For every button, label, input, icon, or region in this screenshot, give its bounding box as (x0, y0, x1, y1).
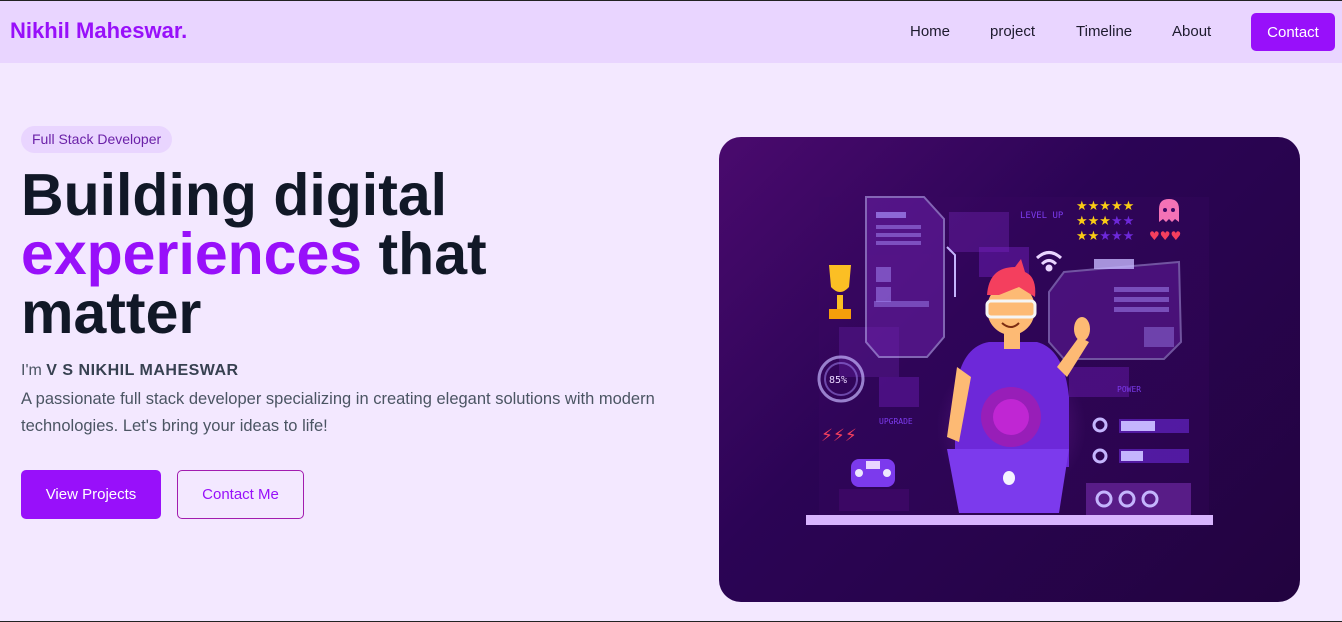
hearts-icon: ♥♥♥ (1149, 229, 1181, 243)
svg-text:★★★★★: ★★★★★ (1076, 229, 1134, 244)
desk (806, 515, 1213, 525)
svg-text:★★★★★: ★★★★★ (1076, 199, 1134, 214)
hero-description: A passionate full stack developer specia… (21, 390, 655, 435)
headline-line-1: Building digital (21, 162, 448, 228)
upgrade-label: UPGRADE (879, 417, 913, 426)
nav-link-home[interactable]: Home (910, 23, 950, 40)
nav-link-project[interactable]: project (990, 23, 1035, 40)
contact-me-button[interactable]: Contact Me (177, 470, 304, 519)
top-navbar: Nikhil Maheswar. Home project Timeline A… (0, 1, 1342, 63)
power-label: POWER (1117, 385, 1141, 394)
view-projects-button[interactable]: View Projects (21, 470, 161, 519)
contact-button[interactable]: Contact (1251, 13, 1335, 51)
headline-line-2-rest: that (362, 221, 487, 287)
nav-link-timeline[interactable]: Timeline (1076, 23, 1132, 40)
hero-headline: Building digital experiences that matter (21, 166, 661, 343)
rating-stars: ★★★★★ ★★★★★ ★★★★★ (1076, 199, 1134, 244)
progress-gauge: 85% (817, 355, 865, 403)
brand-logo[interactable]: Nikhil Maheswar. (10, 18, 187, 44)
intro-prefix: I'm (21, 362, 47, 379)
developer-name: V S NIKHIL MAHESWAR (46, 362, 239, 379)
speaker-icon (1086, 483, 1191, 515)
ghost-icon (1159, 199, 1179, 222)
left-hud-panel (865, 196, 956, 358)
intro-line: I'm V S NIKHIL MAHESWAR (21, 362, 239, 380)
nav-link-about[interactable]: About (1172, 23, 1211, 40)
headline-highlight: experiences (21, 221, 363, 287)
headline-line-3: matter (21, 280, 202, 346)
role-badge: Full Stack Developer (21, 126, 173, 153)
laptop-icon (947, 449, 1069, 513)
svg-text:★★★★★: ★★★★★ (1076, 214, 1134, 229)
right-hud-panel (1048, 259, 1183, 360)
lightning-icon: ⚡⚡⚡ (821, 426, 857, 446)
hero-illustration: ★★★★★ ★★★★★ ★★★★★ LEVEL UP ♥♥♥ 85% ⚡⚡⚡ U… (719, 137, 1300, 602)
developer-illustration: ★★★★★ ★★★★★ ★★★★★ LEVEL UP ♥♥♥ 85% ⚡⚡⚡ U… (806, 196, 1213, 527)
level-up-label: LEVEL UP (1020, 211, 1064, 221)
gauge-percent-label: 85% (829, 375, 847, 386)
